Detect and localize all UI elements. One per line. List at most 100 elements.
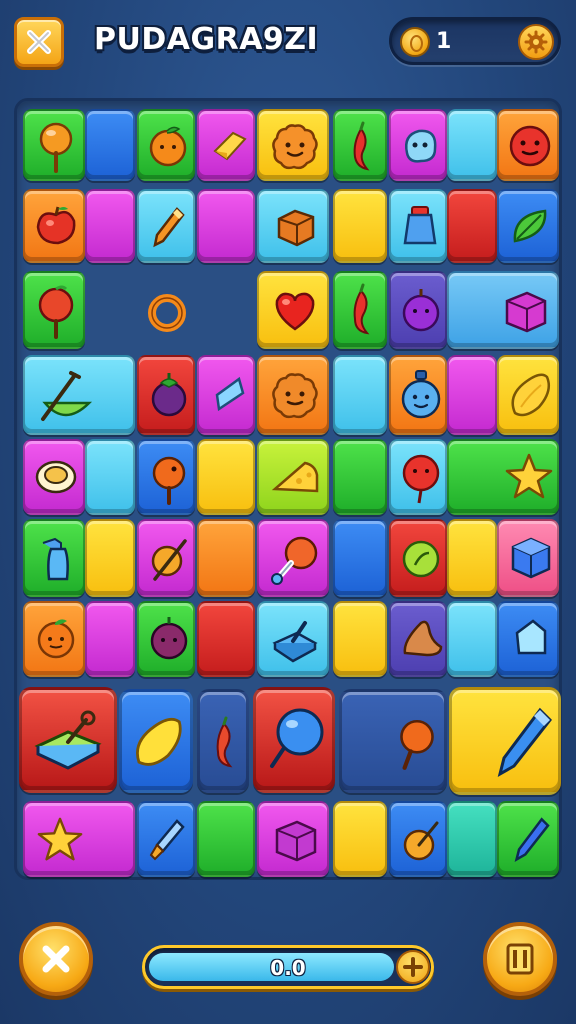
tile-green[interactable] (137, 601, 195, 677)
pause-button[interactable] (483, 922, 557, 996)
tile-lightblue-wide[interactable] (447, 271, 559, 349)
tile-lime[interactable] (257, 439, 329, 515)
tile-magenta[interactable] (23, 439, 85, 515)
tile-green[interactable] (23, 271, 85, 349)
tile-yellow[interactable] (85, 519, 135, 597)
tile-green[interactable] (23, 109, 85, 181)
tile-red-big[interactable] (253, 687, 335, 793)
tile-magenta[interactable] (85, 601, 135, 677)
tile-yellow[interactable] (333, 601, 387, 677)
tile-green[interactable] (497, 801, 559, 877)
blue-crayon-icon (497, 707, 552, 778)
coin-counter[interactable]: 1 (389, 17, 561, 65)
knife-fruit-icon (41, 371, 93, 421)
plum-icon (150, 617, 188, 660)
lemon-icon (511, 373, 550, 417)
tile-magenta[interactable] (257, 519, 329, 597)
tile-cyan[interactable] (85, 439, 135, 515)
progress-label: 0.0 (270, 956, 306, 980)
tile-magenta-wide[interactable] (23, 801, 135, 877)
tile-indigo[interactable] (389, 601, 447, 677)
tile-magenta[interactable] (197, 109, 255, 181)
candy-stick-icon (152, 456, 186, 505)
tile-magenta[interactable] (137, 519, 195, 597)
tile-indigo[interactable] (389, 271, 447, 349)
tile-magenta[interactable] (197, 355, 255, 435)
coin-count: 1 (436, 29, 452, 54)
tile-cyan[interactable] (137, 189, 195, 263)
tile-orange[interactable] (257, 355, 329, 435)
tile-orange[interactable] (23, 189, 85, 263)
cancel-button[interactable] (19, 922, 93, 996)
tile-magenta[interactable] (389, 109, 447, 181)
tile-blue[interactable] (389, 801, 447, 877)
tile-cyan[interactable] (257, 601, 329, 677)
tile-magenta[interactable] (257, 801, 329, 877)
tile-yellow[interactable] (257, 271, 329, 349)
tile-green-wide[interactable] (447, 439, 559, 515)
tile-cyan[interactable] (257, 189, 329, 263)
tile-cyan[interactable] (389, 189, 447, 263)
tile-green[interactable] (137, 109, 195, 181)
star-icon (37, 817, 83, 861)
tile-cyan[interactable] (447, 109, 497, 181)
shop-badge-icon[interactable] (518, 24, 554, 60)
apple-icon (36, 206, 76, 245)
tile-blue[interactable] (333, 519, 387, 597)
tile-cyan-wide[interactable] (23, 355, 135, 435)
tile-teal[interactable] (447, 801, 497, 877)
tile-blue[interactable] (137, 439, 195, 515)
tile-magenta[interactable] (85, 189, 135, 263)
blob-icon (405, 129, 437, 163)
tile-yellow[interactable] (257, 109, 329, 181)
tile-blue[interactable] (497, 601, 559, 677)
chili-icon (353, 283, 370, 335)
tile-green[interactable] (333, 439, 387, 515)
tile-red-big[interactable] (19, 687, 117, 793)
tile-darkblue-big[interactable] (197, 689, 249, 793)
tile-red[interactable] (197, 601, 255, 677)
tile-green[interactable] (197, 801, 255, 877)
tile-cyan[interactable] (447, 601, 497, 677)
tile-yellow[interactable] (333, 189, 387, 263)
tile-orange[interactable] (197, 519, 255, 597)
paint-brush-icon (149, 819, 185, 861)
cookie-face-icon (272, 124, 318, 170)
box-icon (277, 209, 315, 247)
purple-box-icon (275, 820, 317, 862)
tile-orange[interactable] (23, 601, 85, 677)
red-ball-face-icon (509, 125, 551, 167)
lime-icon (402, 540, 440, 578)
tile-darkblue-wide[interactable] (339, 689, 447, 793)
tile-yellow[interactable] (447, 519, 497, 597)
tile-yellow[interactable] (333, 801, 387, 877)
tile-cyan[interactable] (333, 355, 387, 435)
tile-blue-big[interactable] (119, 689, 193, 793)
purple-box-icon (505, 291, 547, 333)
tile-red[interactable] (447, 189, 497, 263)
tile-pink[interactable] (497, 519, 559, 597)
tile-green[interactable] (23, 519, 85, 597)
tile-magenta[interactable] (197, 189, 255, 263)
tile-yellow[interactable] (197, 439, 255, 515)
tile-blue[interactable] (497, 189, 559, 263)
tile-green[interactable] (333, 271, 387, 349)
tile-blue[interactable] (85, 109, 135, 181)
add-button[interactable] (396, 950, 430, 984)
candy-stick-icon (400, 719, 434, 770)
tile-cyan[interactable] (389, 439, 447, 515)
tile-blue[interactable] (137, 801, 195, 877)
close-button[interactable] (14, 17, 64, 67)
tile-orange[interactable] (497, 109, 559, 181)
tile-green[interactable] (333, 109, 387, 181)
tile-magenta[interactable] (447, 355, 497, 435)
tile-orange[interactable] (389, 355, 447, 435)
tile-yellow[interactable] (497, 355, 559, 435)
crayon-icon (153, 207, 185, 248)
tile-red[interactable] (137, 355, 195, 435)
tile-red[interactable] (389, 519, 447, 597)
ring-donut-icon[interactable] (145, 291, 189, 335)
orange-fruit-icon (37, 619, 75, 659)
cheese-block-icon (213, 131, 247, 161)
tile-yellow-big[interactable] (449, 687, 561, 795)
